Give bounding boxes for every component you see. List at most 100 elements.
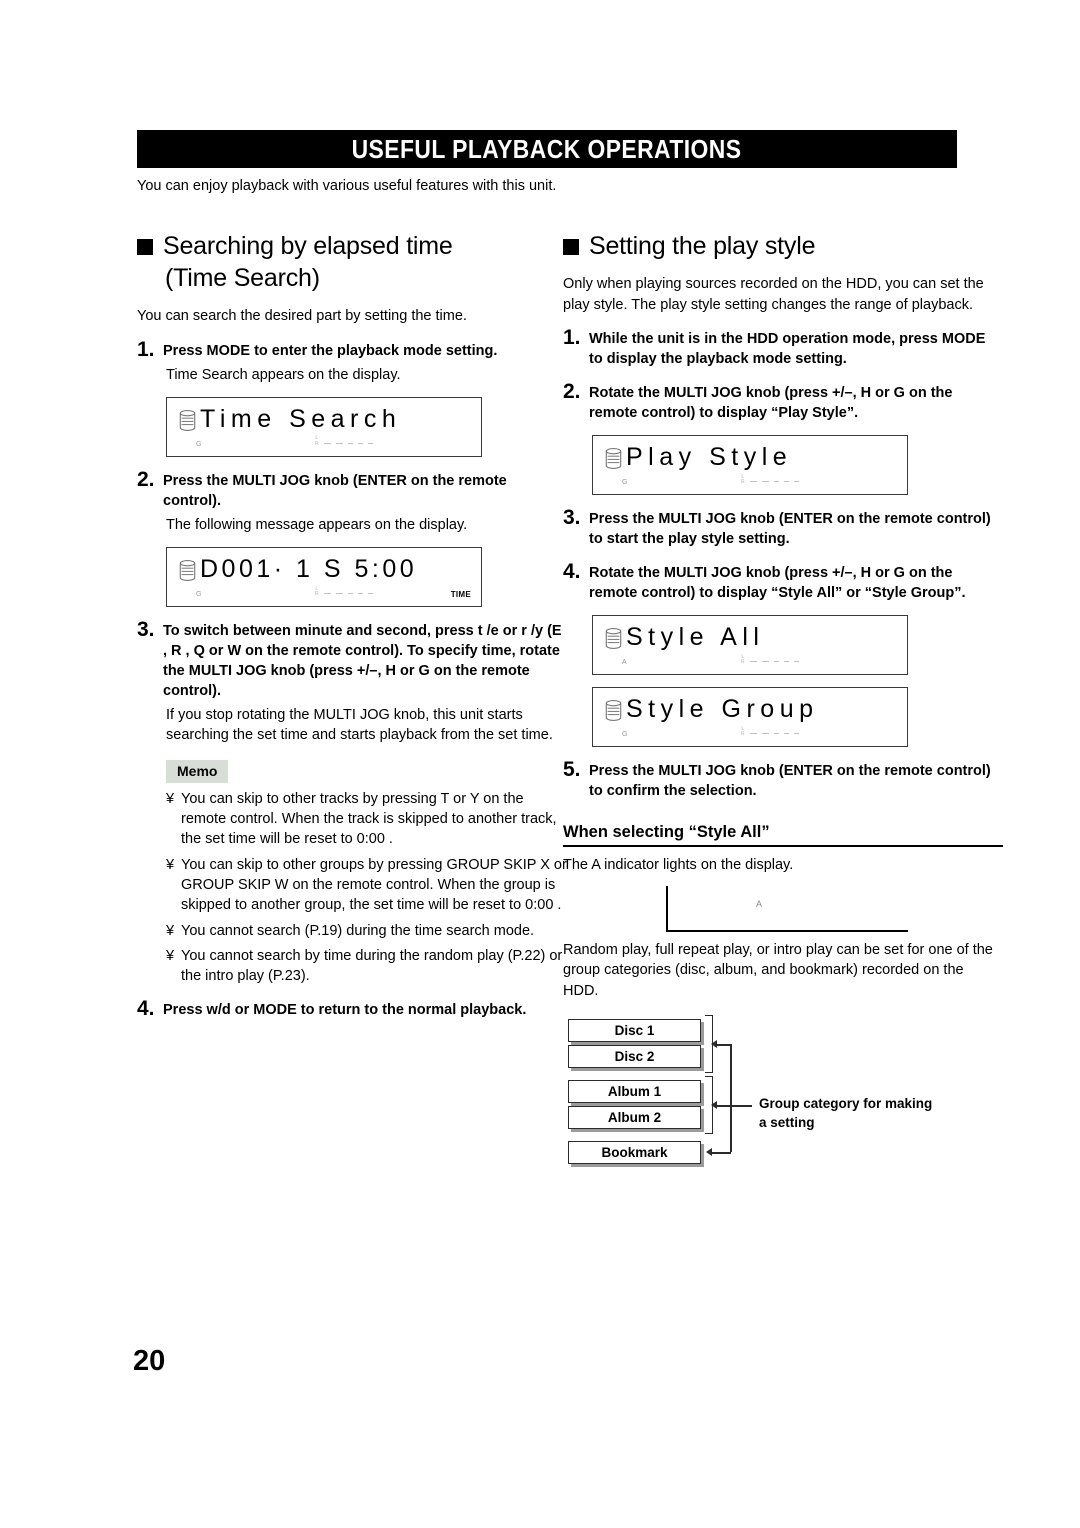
diagram-connector-vertical <box>730 1044 732 1153</box>
left-heading-line2: (Time Search) <box>165 264 320 292</box>
lcd-indicator-dash <box>749 733 757 735</box>
memo-item-text: You can skip to other tracks by pressing… <box>181 790 557 848</box>
right-step-2: 2. Rotate the MULTI JOG knob (press +/–,… <box>563 380 1003 423</box>
hdd-cylinder-icon <box>605 700 622 722</box>
closing-paragraph: Random play, full repeat play, or intro … <box>563 941 993 999</box>
lcd-indicator-dash <box>761 661 769 663</box>
lcd-text-style-all: Style All <box>626 623 765 652</box>
lcd-time-label: TIME <box>450 590 471 600</box>
memo-item-text: You cannot search by time during the ran… <box>181 947 563 985</box>
lcd-indicator-stack: LR <box>741 473 745 485</box>
lcd-mini-mark-g: G <box>196 591 202 599</box>
right-subheading: When selecting “Style All” <box>563 823 1003 848</box>
lcd-display-style-all: Style All A LR <box>592 615 908 676</box>
lcd-indicator-dash <box>357 442 363 444</box>
right-step-4-text: Rotate the MULTI JOG knob (press +/–, H … <box>589 565 966 602</box>
lcd-indicator-row: LR <box>315 436 373 447</box>
lcd-indicator-dash <box>783 481 789 483</box>
memo-bullet-icon: ¥ <box>166 856 175 873</box>
diagram-box-album-1: Album 1 <box>568 1080 701 1104</box>
lcd-mini-mark-a: A <box>622 659 627 667</box>
right-step-4-number: 4. <box>563 560 581 584</box>
lcd-indicator-dash <box>323 593 331 595</box>
bullet-square-icon <box>137 239 153 255</box>
right-step-5: 5. Press the MULTI JOG knob (ENTER on th… <box>563 758 1003 801</box>
diagram-arm-label <box>730 1105 752 1108</box>
hdd-cylinder-icon <box>605 628 622 650</box>
lcd-indicator-dash <box>335 593 343 595</box>
lcd-display-a-indicator: A <box>666 885 908 932</box>
diagram-arm-disc <box>715 1044 731 1047</box>
lcd-display-d001: D001· 1 S 5:00 G LR TIME <box>166 547 482 608</box>
lcd-display-style-group: Style Group G LR <box>592 687 908 748</box>
right-step-3: 3. Press the MULTI JOG knob (ENTER on th… <box>563 506 1003 549</box>
diagram-arm-bookmark <box>710 1152 731 1155</box>
memo-badge: Memo <box>166 759 229 783</box>
left-step-3: 3. To switch between minute and second, … <box>137 618 567 701</box>
page-title-bar: USEFUL PLAYBACK OPERATIONS <box>137 130 957 168</box>
left-step-1-sub: Time Search appears on the display. <box>166 366 401 383</box>
lcd-indicator-dash <box>783 733 789 735</box>
lcd-text-time-search: Time Search <box>200 404 402 433</box>
memo-item: ¥ You cannot search (P.19) during the ti… <box>166 921 567 941</box>
bullet-square-icon <box>563 239 579 255</box>
lcd-indicator-dash <box>793 481 799 483</box>
diagram-box-bookmark: Bookmark <box>568 1141 701 1165</box>
right-step-1: 1. While the unit is in the HDD operatio… <box>563 326 1003 369</box>
memo-block: Memo ¥ You can skip to other tracks by p… <box>137 759 567 987</box>
left-step-1-number: 1. <box>137 337 155 361</box>
left-step-2-number: 2. <box>137 467 155 491</box>
lcd-indicator-dash <box>323 442 331 444</box>
lcd-display-play-style: Play Style G LR <box>592 435 908 496</box>
memo-list: ¥ You can skip to other tracks by pressi… <box>166 789 567 987</box>
lcd-indicator-dash <box>367 593 373 595</box>
group-category-diagram: Disc 1 Disc 2 Album 1 Album 2 Bookmark G… <box>563 1015 1003 1165</box>
lcd-mini-mark-g: G <box>196 440 202 448</box>
diagram-arm-album <box>715 1105 731 1108</box>
right-step-5-text: Press the MULTI JOG knob (ENTER on the r… <box>589 763 991 800</box>
right-step-2-number: 2. <box>563 380 581 404</box>
right-step-5-number: 5. <box>563 758 581 782</box>
left-heading-line1: Searching by elapsed time <box>163 232 453 260</box>
left-column: Searching by elapsed time (Time Search) … <box>137 230 567 1020</box>
lcd-indicator-dash <box>793 733 799 735</box>
diagram-arrow-bookmark-icon <box>706 1148 712 1157</box>
left-step-1: 1. Press MODE to enter the playback mode… <box>137 338 567 361</box>
left-step-2: 2. Press the MULTI JOG knob (ENTER on th… <box>137 468 567 511</box>
left-step-4-text: Press w/d or MODE to return to the norma… <box>163 1002 527 1019</box>
left-step-3-sub: If you stop rotating the MULTI JOG knob,… <box>166 707 553 744</box>
lcd-indicator-row: LR <box>315 586 373 598</box>
hdd-cylinder-icon <box>179 560 196 582</box>
left-step-4-number: 4. <box>137 997 155 1021</box>
lcd-text-d001: D001· 1 S 5:00 <box>200 555 418 584</box>
right-heading-text: Setting the play style <box>589 232 816 260</box>
hdd-cylinder-icon <box>605 448 622 470</box>
memo-item-text: You can skip to other groups by pressing… <box>181 856 567 914</box>
diagram-arrow-album-icon <box>711 1101 717 1110</box>
lcd-indicator-stack: LR <box>315 435 319 447</box>
right-step-3-text: Press the MULTI JOG knob (ENTER on the r… <box>589 511 991 548</box>
lcd-mini-mark-g: G <box>622 731 628 739</box>
memo-item-text: You cannot search (P.19) during the time… <box>181 922 535 939</box>
lcd-indicator-dash <box>347 593 353 595</box>
right-step-3-number: 3. <box>563 506 581 530</box>
lcd-indicator-dash <box>367 442 373 444</box>
left-section-heading: Searching by elapsed time (Time Search) <box>137 230 567 294</box>
lcd-indicator-dash <box>761 733 769 735</box>
right-column: Setting the play style Only when playing… <box>563 230 1003 1165</box>
lcd-indicator-dash <box>773 481 779 483</box>
right-step-1-number: 1. <box>563 326 581 350</box>
left-lead-paragraph: You can search the desired part by setti… <box>137 308 467 324</box>
memo-item: ¥ You cannot search by time during the r… <box>166 946 567 987</box>
lcd-indicator-stack: LR <box>741 653 745 665</box>
left-step-2-text: Press the MULTI JOG knob (ENTER on the r… <box>163 472 507 509</box>
diagram-box-disc-2: Disc 2 <box>568 1045 701 1069</box>
memo-bullet-icon: ¥ <box>166 922 175 939</box>
lcd-indicator-dash <box>793 661 799 663</box>
left-step-3-text: To switch between minute and second, pre… <box>163 623 562 700</box>
memo-bullet-icon: ¥ <box>166 947 175 964</box>
lcd-indicator-dash <box>357 593 363 595</box>
lcd-indicator-dash <box>761 481 769 483</box>
lcd-mini-mark-g: G <box>622 479 628 487</box>
lcd-indicator-dash <box>749 661 757 663</box>
